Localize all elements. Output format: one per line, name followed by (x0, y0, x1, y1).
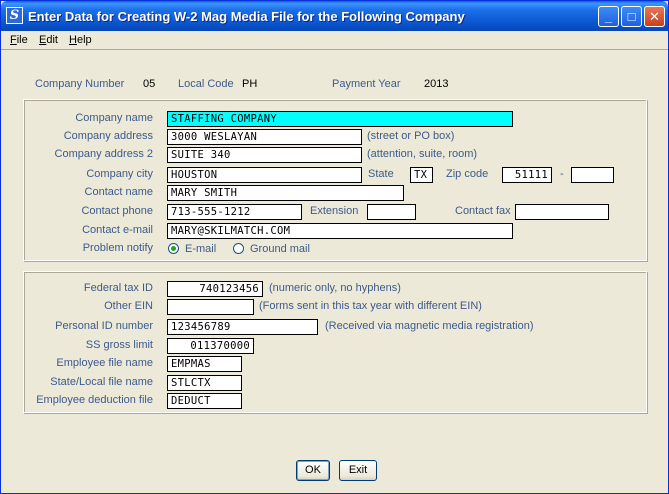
company-number-value: 05 (143, 78, 156, 90)
contact-phone-input[interactable]: 713-555-1212 (167, 204, 302, 220)
other-ein-input[interactable] (167, 299, 254, 315)
maximize-button[interactable]: □ (621, 6, 642, 27)
employee-deduction-label: Employee deduction file (36, 394, 153, 406)
contact-name-label: Contact name (84, 186, 153, 198)
contact-name-input[interactable]: MARY SMITH (167, 185, 404, 201)
ss-gross-limit-input[interactable]: 011370000 (167, 338, 254, 354)
company-city-label: Company city (86, 168, 153, 180)
menu-edit[interactable]: Edit (39, 34, 58, 46)
company-address-input[interactable]: 3000 WESLAYAN (167, 129, 362, 145)
extension-label: Extension (310, 205, 359, 217)
minimize-button[interactable]: _ (598, 6, 619, 27)
personal-id-note: (Received via magnetic media registratio… (325, 320, 534, 332)
local-code-label: Local Code (178, 78, 234, 90)
zip-code-input[interactable]: 51111 (502, 167, 552, 183)
company-address-note: (street or PO box) (367, 130, 455, 142)
employee-deduction-input[interactable]: DEDUCT (167, 393, 242, 409)
menu-help[interactable]: Help (69, 34, 92, 46)
payment-year-value: 2013 (424, 78, 449, 90)
contact-email-input[interactable]: MARY@SKILMATCH.COM (167, 223, 513, 239)
zip-code-label: Zip code (446, 168, 489, 180)
ok-button[interactable]: OK (296, 460, 330, 481)
title-bar[interactable]: S Enter Data for Creating W-2 Mag Media … (1, 1, 668, 31)
menu-bar: File Edit Help (1, 31, 668, 50)
payment-year-label: Payment Year (332, 78, 401, 90)
state-local-file-label: State/Local file name (50, 376, 153, 388)
notify-ground-mail-label[interactable]: Ground mail (250, 243, 310, 255)
company-city-input[interactable]: HOUSTON (167, 167, 362, 183)
company-name-label: Company name (75, 112, 153, 124)
other-ein-note: (Forms sent in this tax year with differ… (259, 300, 482, 312)
ss-gross-limit-label: SS gross limit (85, 339, 153, 351)
window-title: Enter Data for Creating W-2 Mag Media Fi… (28, 9, 465, 24)
company-name-input[interactable]: STAFFING COMPANY (167, 111, 513, 127)
contact-email-label: Contact e-mail (82, 224, 153, 236)
zip-extension-input[interactable] (571, 167, 614, 183)
other-ein-label: Other EIN (104, 300, 153, 312)
company-address-label: Company address (63, 130, 153, 142)
federal-tax-id-input[interactable]: 740123456 (167, 281, 263, 297)
state-label: State (368, 168, 394, 180)
personal-id-input[interactable]: 123456789 (167, 319, 318, 335)
state-local-file-input[interactable]: STLCTX (167, 375, 242, 391)
company-address2-note: (attention, suite, room) (367, 148, 478, 160)
notify-email-label[interactable]: E-mail (185, 243, 216, 255)
company-number-label: Company Number (35, 78, 125, 90)
personal-id-label: Personal ID number (55, 320, 153, 332)
notify-email-radio[interactable] (168, 243, 179, 254)
employee-file-label: Employee file name (56, 357, 153, 369)
company-address2-input[interactable]: SUITE 340 (167, 147, 362, 163)
menu-file[interactable]: File (10, 34, 28, 46)
contact-phone-label: Contact phone (81, 205, 153, 217)
local-code-value: PH (242, 78, 258, 90)
exit-button[interactable]: Exit (339, 460, 377, 481)
company-address2-label: Company address 2 (54, 148, 153, 160)
employee-file-input[interactable]: EMPMAS (167, 356, 242, 372)
problem-notify-label: Problem notify (82, 242, 153, 254)
app-icon[interactable]: S (6, 7, 23, 24)
federal-tax-id-label: Federal tax ID (83, 282, 153, 294)
extension-input[interactable] (367, 204, 416, 220)
state-input[interactable]: TX (410, 167, 433, 183)
close-button[interactable]: ✕ (644, 6, 665, 27)
contact-fax-label: Contact fax (455, 205, 511, 217)
federal-tax-id-note: (numeric only, no hyphens) (269, 282, 401, 294)
main-window: S Enter Data for Creating W-2 Mag Media … (0, 0, 669, 494)
zip-separator: - (560, 168, 564, 180)
contact-fax-input[interactable] (515, 204, 609, 220)
notify-ground-mail-radio[interactable] (233, 243, 244, 254)
